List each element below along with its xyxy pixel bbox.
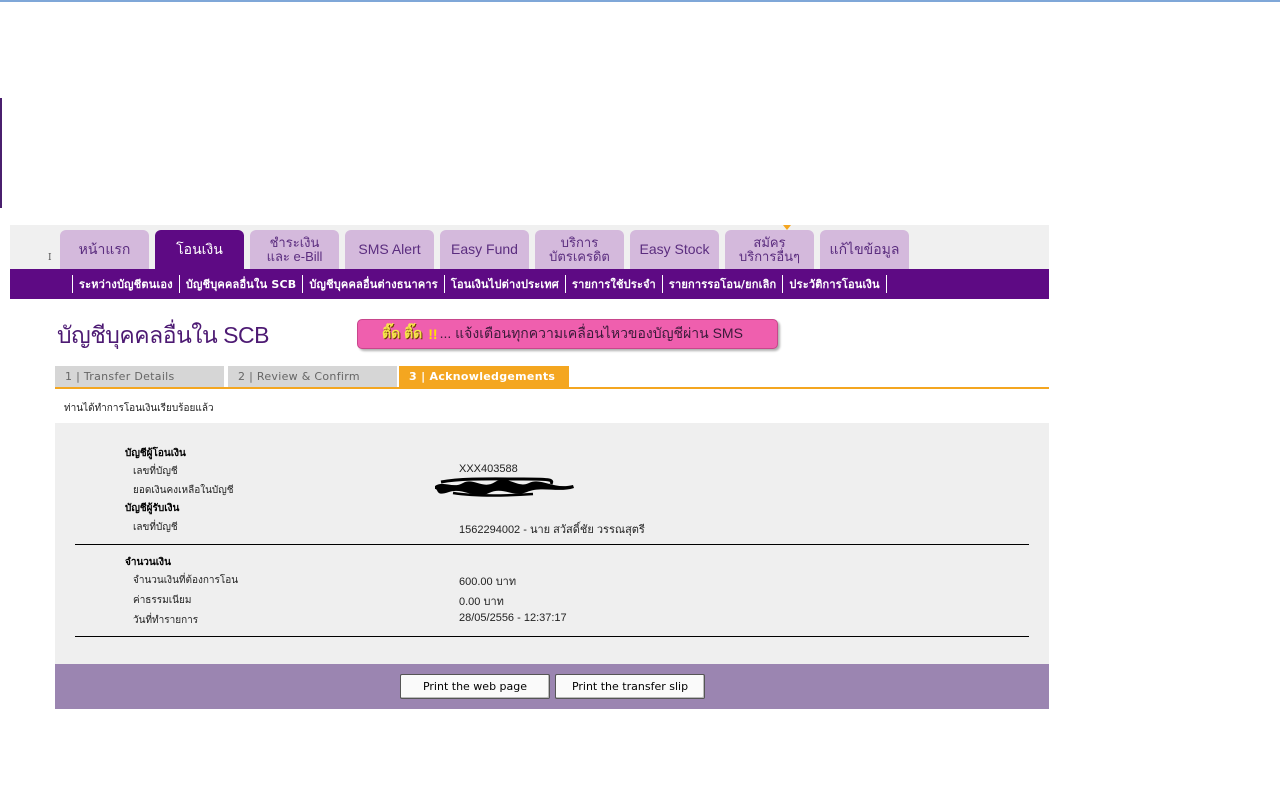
- tab-transfer[interactable]: โอนเงิน: [155, 230, 244, 269]
- banner-text: ... แจ้งเตือนทุกความเคลื่อนไหวของบัญชีผ่…: [439, 325, 743, 341]
- subnav-divider: [443, 275, 445, 293]
- section-divider: [75, 636, 1029, 637]
- tab-easy-fund[interactable]: Easy Fund: [440, 230, 529, 269]
- tab-edit-profile[interactable]: แก้ไขข้อมูล: [820, 230, 909, 269]
- amount-heading: จำนวนเงิน: [125, 557, 171, 568]
- tab-easy-stock[interactable]: Easy Stock: [630, 230, 719, 269]
- step-indicator: 1 | Transfer Details 2 | Review & Confir…: [55, 366, 1049, 390]
- transfer-subnav: ระหว่างบัญชีตนเอง บัญชีบุคคลอื่นใน SCB บ…: [10, 269, 1049, 299]
- subnav-divider: [782, 275, 784, 293]
- new-indicator-icon: [783, 225, 791, 230]
- redacted-balance-mark: [435, 477, 574, 497]
- subnav-divider: [178, 275, 180, 293]
- tab-label: ชำระเงิน และ e-Bill: [266, 234, 323, 264]
- banner-highlight: ติ๊ด ติ๊ด: [382, 325, 423, 341]
- transfer-details-panel: บัญชีผู้โอนเงิน เลขที่บัญชี XXX403588 ยอ…: [55, 423, 1049, 664]
- subnav-divider: [661, 275, 663, 293]
- tab-label: บริการ บัตรเครดิต: [549, 234, 610, 264]
- print-transfer-slip-button[interactable]: Print the transfer slip: [555, 674, 705, 699]
- date-value: 28/05/2556 - 12:37:17: [459, 612, 567, 624]
- subnav-divider: [885, 275, 887, 293]
- subnav-pending[interactable]: รายการรอโอน/ยกเลิก: [669, 275, 777, 293]
- step-transfer-details: 1 | Transfer Details: [55, 366, 224, 387]
- tab-other-services[interactable]: สมัคร บริการอื่นๆ: [725, 230, 814, 269]
- subnav-other-scb[interactable]: บัญชีบุคคลอื่นใน SCB: [186, 275, 297, 293]
- tab-label: โอนเงิน: [176, 241, 223, 257]
- step-acknowledgements: 3 | Acknowledgements: [399, 366, 569, 387]
- step-underline: [55, 387, 1049, 389]
- tab-label: สมัคร บริการอื่นๆ: [738, 234, 801, 264]
- action-bar: Print the web page Print the transfer sl…: [55, 664, 1049, 709]
- tab-label: แก้ไขข้อมูล: [829, 241, 900, 257]
- to-account-label: เลขที่บัญชี: [133, 522, 178, 533]
- tab-label: Easy Fund: [451, 241, 518, 257]
- tab-payment-ebill[interactable]: ชำระเงิน และ e-Bill: [250, 230, 339, 269]
- section-divider: [75, 544, 1029, 545]
- from-balance-label: ยอดเงินคงเหลือในบัญชี: [133, 485, 234, 496]
- window-top-border: [0, 0, 1280, 2]
- subnav-divider: [564, 275, 566, 293]
- window-left-edge: [0, 98, 2, 208]
- subnav-favorites[interactable]: รายการใช้ประจำ: [572, 275, 656, 293]
- tab-sms-alert[interactable]: SMS Alert: [345, 230, 434, 269]
- sms-promo-banner[interactable]: ติ๊ด ติ๊ด !! ... แจ้งเตือนทุกความเคลื่อน…: [357, 319, 778, 349]
- from-account-label: เลขที่บัญชี: [133, 466, 178, 477]
- success-message: ท่านได้ทำการโอนเงินเรียบร้อยแล้ว: [64, 403, 214, 414]
- amount-value: 600.00 บาท: [459, 576, 517, 588]
- from-account-heading: บัญชีผู้โอนเงิน: [125, 448, 186, 459]
- tab-label: หน้าแรก: [78, 241, 131, 257]
- amount-label: จำนวนเงินที่ต้องการโอน: [133, 575, 239, 586]
- tab-label: Easy Stock: [639, 241, 710, 257]
- to-account-heading: บัญชีผู้รับเงิน: [125, 503, 180, 514]
- subnav-other-bank[interactable]: บัญชีบุคคลอื่นต่างธนาคาร: [309, 275, 438, 293]
- tab-home[interactable]: หน้าแรก: [60, 230, 149, 269]
- subnav-overseas[interactable]: โอนเงินไปต่างประเทศ: [451, 275, 559, 293]
- to-account-value: 1562294002 - นาย สวัสดิ์ชัย วรรณสุตรี: [459, 524, 645, 536]
- subnav-divider: [302, 275, 304, 293]
- subnav-history[interactable]: ประวัติการโอนเงิน: [789, 275, 879, 293]
- fee-value: 0.00 บาท: [459, 596, 504, 608]
- date-label: วันที่ทำรายการ: [133, 615, 199, 626]
- banner-exclamation: !!: [428, 326, 438, 342]
- main-tab-bar: I หน้าแรก โอนเงิน ชำระเงิน และ e-Bill SM…: [10, 225, 1049, 269]
- print-web-page-button[interactable]: Print the web page: [400, 674, 550, 699]
- step-review-confirm: 2 | Review & Confirm: [228, 366, 397, 387]
- from-account-value: XXX403588: [459, 463, 518, 475]
- tab-label: SMS Alert: [358, 241, 421, 257]
- subnav-divider: [72, 275, 73, 293]
- text-cursor-icon: I: [48, 253, 52, 263]
- fee-label: ค่าธรรมเนียม: [133, 595, 192, 606]
- page-title: บัญชีบุคคลอื่นใน SCB: [57, 322, 269, 348]
- subnav-own-accounts[interactable]: ระหว่างบัญชีตนเอง: [79, 275, 173, 293]
- tab-credit-card[interactable]: บริการ บัตรเครดิต: [535, 230, 624, 269]
